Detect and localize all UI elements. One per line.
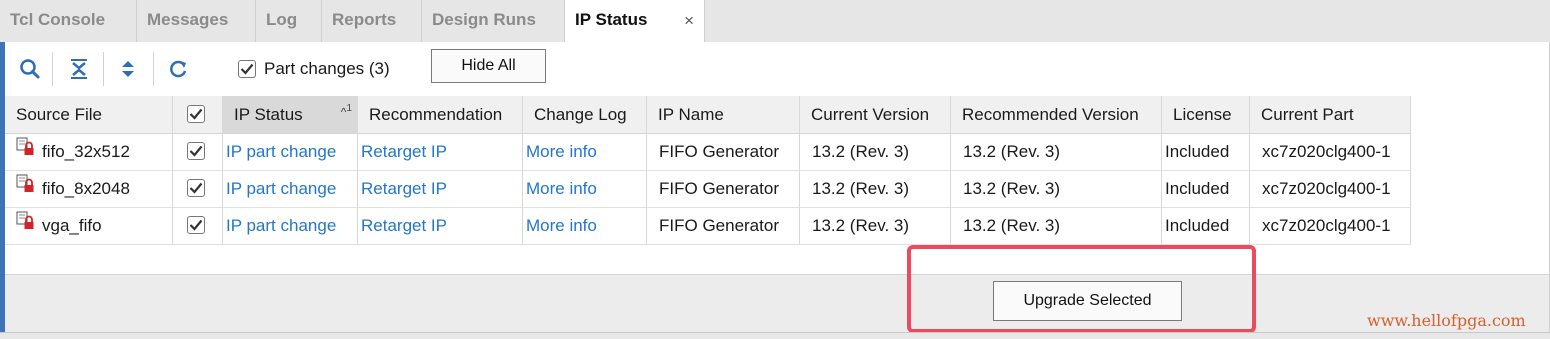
refresh-icon[interactable]: [161, 54, 195, 84]
table-row[interactable]: fifo_8x2048 IP part change Retarget IP M…: [5, 170, 1411, 208]
column-header-license[interactable]: License: [1162, 96, 1250, 133]
ip-status-link[interactable]: IP part change: [223, 170, 358, 207]
current-version-cell: 13.2 (Rev. 3): [800, 207, 951, 244]
ip-name-cell: FIFO Generator: [647, 133, 800, 170]
tab-label: Design Runs: [432, 10, 536, 29]
row-select-cell: [173, 170, 223, 207]
select-all-checkbox[interactable]: [187, 105, 205, 123]
retarget-ip-link[interactable]: Retarget IP: [358, 133, 523, 170]
source-file-cell: fifo_32x512: [5, 133, 173, 170]
column-header-current-version[interactable]: Current Version: [800, 96, 951, 133]
recommended-version-cell: 13.2 (Rev. 3): [951, 170, 1162, 207]
current-part-cell: xc7z020clg400-1: [1250, 133, 1411, 170]
column-header-recommendation[interactable]: Recommendation: [358, 96, 523, 133]
sort-ascending-icon: ^1: [340, 103, 352, 119]
tab-label: Messages: [147, 10, 229, 29]
license-cell: Included: [1162, 207, 1250, 244]
search-icon[interactable]: [13, 54, 47, 84]
ip-locked-icon: [16, 133, 36, 170]
tab-log[interactable]: Log: [256, 0, 322, 42]
part-changes-label: Part changes (3): [264, 59, 390, 78]
expand-all-icon[interactable]: [111, 54, 145, 84]
footer-bar: [5, 274, 1549, 333]
source-file-name: fifo_32x512: [42, 142, 130, 161]
tab-messages[interactable]: Messages: [137, 0, 256, 42]
source-file-cell: fifo_8x2048: [5, 170, 173, 207]
column-header-source-file[interactable]: Source File: [5, 96, 173, 133]
tab-design-runs[interactable]: Design Runs: [422, 0, 565, 42]
ip-status-link[interactable]: IP part change: [223, 207, 358, 244]
ip-locked-icon: [16, 207, 36, 244]
source-file-name: fifo_8x2048: [42, 179, 130, 198]
table-row[interactable]: fifo_32x512 IP part change Retarget IP M…: [5, 133, 1411, 171]
tab-bar: Tcl Console Messages Log Reports Design …: [0, 0, 1550, 43]
column-header-ip-status[interactable]: IP Status ^1: [223, 96, 358, 133]
column-header-recommended-version[interactable]: Recommended Version: [951, 96, 1162, 133]
tab-ip-status[interactable]: IP Status ×: [565, 0, 705, 43]
hide-all-button[interactable]: Hide All: [431, 49, 546, 83]
current-part-cell: xc7z020clg400-1: [1250, 170, 1411, 207]
toolbar: Part changes (3) Hide All: [5, 42, 1549, 96]
retarget-ip-link[interactable]: Retarget IP: [358, 207, 523, 244]
tab-label: IP Status: [575, 10, 648, 29]
tab-reports[interactable]: Reports: [322, 0, 422, 42]
column-header-current-part[interactable]: Current Part: [1250, 96, 1411, 133]
more-info-link[interactable]: More info: [523, 170, 647, 207]
tab-tcl-console[interactable]: Tcl Console: [0, 0, 137, 42]
current-version-cell: 13.2 (Rev. 3): [800, 170, 951, 207]
row-checkbox[interactable]: [187, 179, 205, 197]
recommended-version-cell: 13.2 (Rev. 3): [951, 133, 1162, 170]
highlight-annotation: [907, 245, 1256, 333]
table-row[interactable]: vga_fifo IP part change Retarget IP More…: [5, 207, 1411, 245]
ip-locked-icon: [16, 170, 36, 207]
more-info-link[interactable]: More info: [523, 207, 647, 244]
ip-name-cell: FIFO Generator: [647, 207, 800, 244]
ip-status-link[interactable]: IP part change: [223, 133, 358, 170]
license-cell: Included: [1162, 170, 1250, 207]
part-changes-filter[interactable]: Part changes (3): [238, 59, 390, 79]
row-checkbox[interactable]: [187, 142, 205, 160]
row-select-cell: [173, 133, 223, 170]
more-info-link[interactable]: More info: [523, 133, 647, 170]
tab-label: Log: [266, 10, 298, 29]
current-part-cell: xc7z020clg400-1: [1250, 207, 1411, 244]
column-header-change-log[interactable]: Change Log: [523, 96, 647, 133]
row-checkbox[interactable]: [187, 216, 205, 234]
recommended-version-cell: 13.2 (Rev. 3): [951, 207, 1162, 244]
row-select-cell: [173, 207, 223, 244]
watermark: www.hellofpga.com: [1367, 311, 1526, 330]
collapse-all-icon[interactable]: [62, 54, 96, 84]
close-icon[interactable]: ×: [684, 1, 694, 41]
source-file-name: vga_fifo: [42, 216, 102, 235]
tab-label: Reports: [332, 10, 397, 29]
tab-label: Tcl Console: [10, 10, 106, 29]
column-header-select-all[interactable]: [173, 96, 223, 133]
license-cell: Included: [1162, 133, 1250, 170]
retarget-ip-link[interactable]: Retarget IP: [358, 170, 523, 207]
part-changes-checkbox[interactable]: [238, 60, 256, 78]
table-header: Source File IP Status ^1 Recommendation …: [5, 96, 1411, 134]
source-file-cell: vga_fifo: [5, 207, 173, 244]
column-header-label: IP Status: [234, 105, 303, 124]
column-header-ip-name[interactable]: IP Name: [647, 96, 800, 133]
current-version-cell: 13.2 (Rev. 3): [800, 133, 951, 170]
ip-name-cell: FIFO Generator: [647, 170, 800, 207]
